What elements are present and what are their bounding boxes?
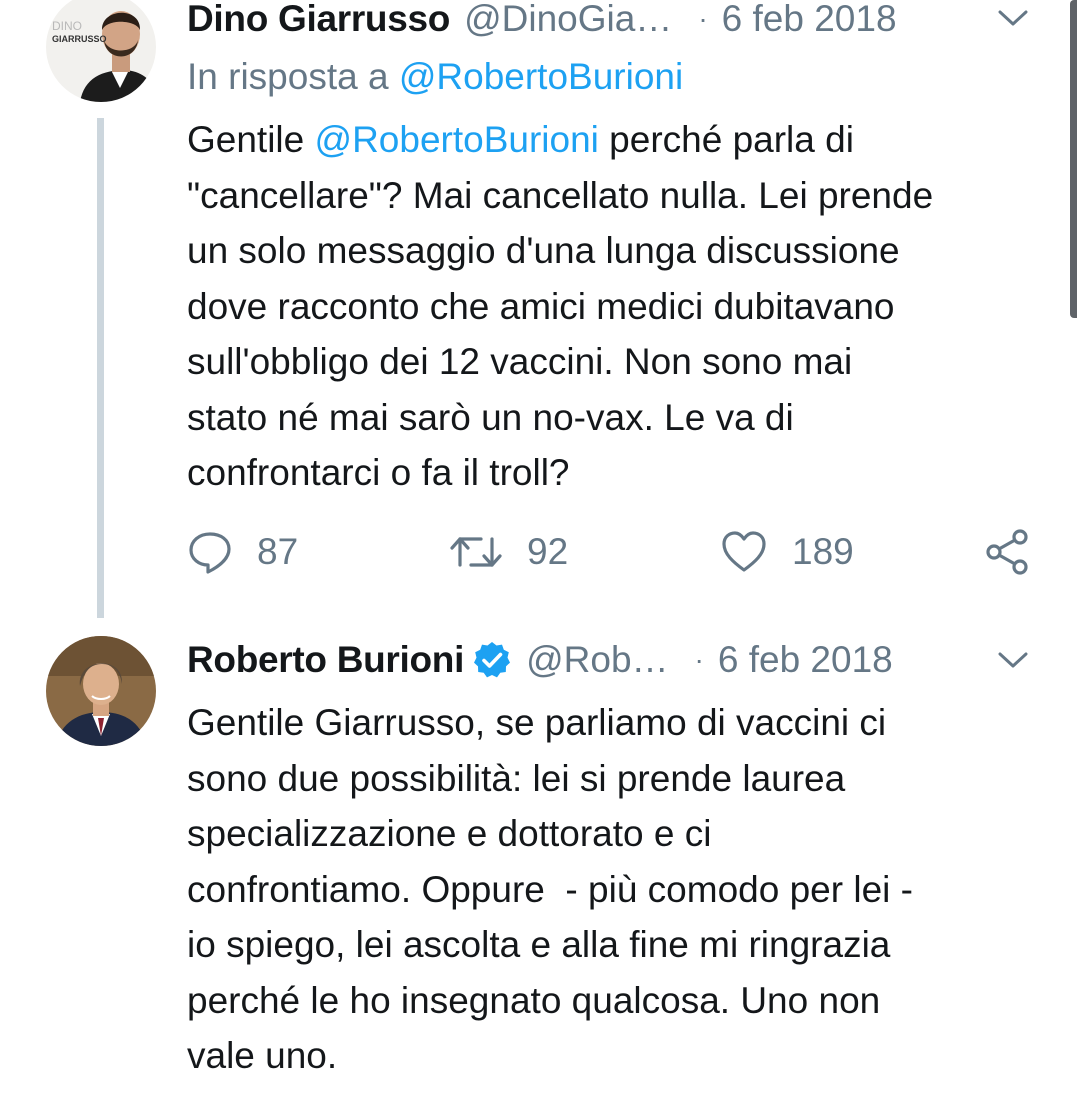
- tweet-actions: 87 92 189: [187, 522, 1047, 582]
- text-segment: perché parla di: [598, 119, 854, 160]
- text-line: un solo messaggio d'una lunga discussion…: [187, 230, 900, 271]
- tweet-giarrusso[interactable]: DINO GIARRUSSO Dino Giarrusso @DinoGia… …: [0, 0, 1077, 620]
- text-line: confrontarci o fa il troll?: [187, 452, 570, 493]
- separator-dot: ·: [698, 3, 708, 34]
- reply-count: 87: [257, 531, 299, 572]
- reply-button[interactable]: 87: [187, 522, 298, 582]
- reply-to-mention[interactable]: @RobertoBurioni: [399, 56, 683, 97]
- author-handle[interactable]: @Rob…: [526, 639, 668, 681]
- text-line: sull'obbligo dei 12 vaccini. Non sono ma…: [187, 341, 853, 382]
- author-name[interactable]: Dino Giarrusso: [187, 0, 450, 40]
- reply-context: In risposta a @RobertoBurioni: [187, 56, 683, 98]
- text-line: sono due possibilità: lei si prende laur…: [187, 757, 846, 799]
- thread-line: [97, 118, 104, 618]
- avatar[interactable]: [46, 636, 156, 746]
- share-icon: [986, 529, 1028, 575]
- text-line: vale uno.: [187, 1035, 338, 1076]
- svg-text:GIARRUSSO: GIARRUSSO: [52, 34, 107, 44]
- share-button[interactable]: [984, 522, 1032, 582]
- avatar-image: DINO GIARRUSSO: [46, 0, 156, 102]
- text-line: Gentile @RobertoBurioni perché parla di: [187, 112, 1047, 168]
- text-line: Gentile Giarrusso, se parliamo di vaccin…: [187, 702, 887, 743]
- verified-badge-icon: [472, 640, 512, 680]
- chevron-down-icon[interactable]: [995, 6, 1031, 30]
- retweet-icon: [450, 537, 502, 567]
- avatar[interactable]: DINO GIARRUSSO: [46, 0, 156, 102]
- text-line: confrontiamo. Oppure - più comodo per le…: [187, 868, 913, 910]
- tweet-burioni[interactable]: Roberto Burioni @Rob… · 6 feb 2018 Genti…: [0, 620, 1077, 1094]
- mention-link[interactable]: @RobertoBurioni: [315, 119, 599, 160]
- text-segment: Gentile: [187, 119, 315, 160]
- chevron-down-icon[interactable]: [995, 648, 1031, 672]
- tweet-header: Roberto Burioni @Rob… · 6 feb 2018: [187, 638, 893, 682]
- retweet-button[interactable]: 92: [449, 522, 568, 582]
- tweet-date[interactable]: 6 feb 2018: [718, 639, 893, 681]
- author-handle[interactable]: @DinoGia…: [464, 0, 672, 40]
- text-line: dove racconto che amici medici dubitavan…: [187, 285, 895, 327]
- text-line: io spiego, lei ascolta e alla fine mi ri…: [187, 924, 891, 965]
- like-button[interactable]: 189: [720, 522, 854, 582]
- text-line: perché le ho insegnato qualcosa. Uno non: [187, 979, 881, 1021]
- author-name[interactable]: Roberto Burioni: [187, 639, 464, 681]
- text-line: "cancellare"? Mai cancellato nulla. Lei …: [187, 174, 934, 216]
- tweet-text: Gentile Giarrusso, se parliamo di vaccin…: [187, 695, 1047, 1084]
- heart-icon: [722, 531, 766, 572]
- svg-text:DINO: DINO: [52, 19, 82, 33]
- reply-prefix: In risposta a: [187, 56, 389, 97]
- text-line: stato né mai sarò un no-vax. Le va di: [187, 396, 794, 438]
- text-line: specializzazione e dottorato e ci: [187, 813, 712, 854]
- separator-dot: ·: [694, 644, 704, 675]
- tweet-header: Dino Giarrusso @DinoGia… · 6 feb 2018: [187, 0, 897, 41]
- reply-icon: [189, 532, 231, 574]
- tweet-text: Gentile @RobertoBurioni perché parla di …: [187, 112, 1047, 501]
- tweet-date[interactable]: 6 feb 2018: [722, 0, 897, 40]
- like-count: 189: [792, 531, 854, 572]
- retweet-count: 92: [527, 531, 569, 572]
- avatar-image: [46, 636, 156, 746]
